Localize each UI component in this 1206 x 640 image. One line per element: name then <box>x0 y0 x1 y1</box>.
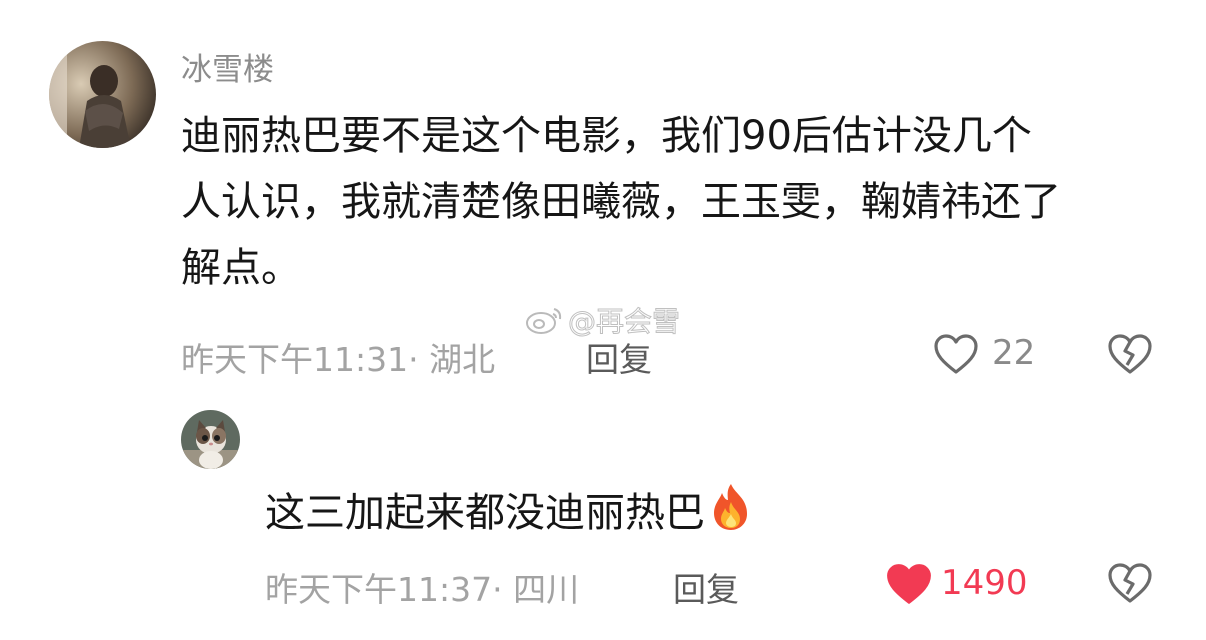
like-count: 22 <box>992 333 1036 373</box>
heart-outline-icon[interactable] <box>933 333 979 379</box>
broken-heart-icon[interactable] <box>1107 333 1153 379</box>
reply-button[interactable]: 回复 <box>673 563 739 611</box>
comment-text: 迪丽热巴要不是这个电影，我们90后估计没几个 人认识，我就清楚像田曦薇，王玉雯，… <box>181 103 1171 301</box>
reply-meta: 昨天下午11:37· 四川 <box>265 563 579 611</box>
like-count: 1490 <box>941 563 1028 603</box>
reply-button[interactable]: 回复 <box>586 333 652 381</box>
comment-meta: 昨天下午11:31· 湖北 <box>181 333 495 381</box>
meta-separator: · <box>408 340 430 379</box>
comment-text-line: 解点。 <box>181 245 301 291</box>
reply-text: 这三加起来都没迪丽热巴 <box>265 482 753 549</box>
timestamp: 昨天下午11:31 <box>181 340 409 379</box>
username[interactable]: 冰雪楼 <box>181 44 274 89</box>
comment-text-line: 人认识，我就清楚像田曦薇，王玉雯，鞠婧祎还了 <box>181 179 1061 225</box>
meta-separator: · <box>492 570 514 609</box>
avatar-image <box>49 41 156 148</box>
comment-text-line: 迪丽热巴要不是这个电影，我们90后估计没几个 <box>181 113 1032 159</box>
location: 四川 <box>513 570 580 609</box>
fire-emoji-icon <box>709 482 753 549</box>
avatar[interactable] <box>49 41 156 148</box>
reply-avatar[interactable] <box>181 410 240 469</box>
broken-heart-icon[interactable] <box>1107 562 1153 608</box>
weibo-logo-icon <box>526 308 562 334</box>
location: 湖北 <box>429 340 496 379</box>
heart-filled-icon[interactable] <box>885 562 933 610</box>
timestamp: 昨天下午11:37 <box>265 570 493 609</box>
reply-text-content: 这三加起来都没迪丽热巴 <box>265 490 705 536</box>
cat-avatar-image <box>181 410 240 469</box>
